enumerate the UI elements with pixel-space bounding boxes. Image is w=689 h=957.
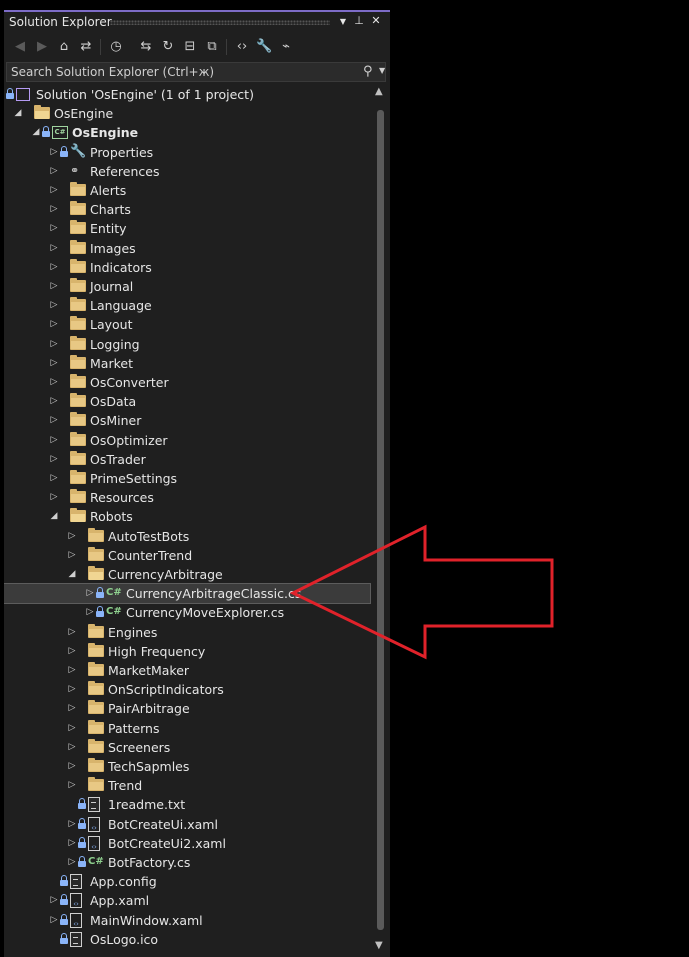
annotation-arrow xyxy=(289,524,554,660)
red-arrow-outline xyxy=(289,524,554,660)
